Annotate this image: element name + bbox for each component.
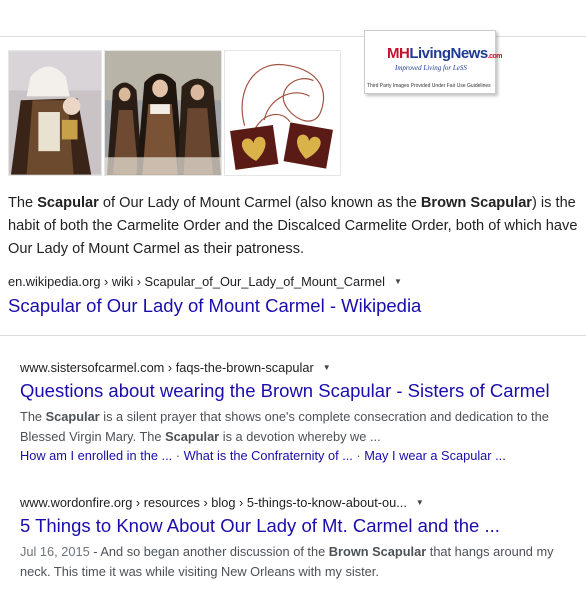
logo-mh: MH	[387, 45, 410, 62]
featured-result-title[interactable]: Scapular of Our Lady of Mount Carmel - W…	[8, 295, 421, 317]
sitelink-separator: ·	[172, 448, 184, 463]
result-title[interactable]: Questions about wearing the Brown Scapul…	[20, 380, 550, 402]
result-cite-url: www.sistersofcarmel.com › faqs-the-brown…	[20, 360, 314, 375]
result-sitelinks: How am I enrolled in the ... · What is t…	[20, 448, 506, 463]
snippet-text: of Our Lady of Mount Carmel (also known …	[98, 195, 421, 211]
logo-tagline: Improved Living for LeSS	[395, 64, 467, 72]
sitelink-separator: ·	[352, 448, 365, 463]
logo-news: News	[450, 45, 489, 62]
result-date: Jul 16, 2015	[20, 544, 90, 559]
snippet-text: The	[8, 195, 38, 211]
snippet-bold: Brown Scapular	[420, 195, 532, 211]
sitelink-enrolled[interactable]: How am I enrolled in the ...	[20, 448, 172, 463]
featured-snippet-text: The Scapular of Our Lady of Mount Carmel…	[8, 192, 582, 261]
image-thumbnail-statue[interactable]	[8, 50, 102, 176]
scapular-image	[225, 51, 340, 175]
desc-bold: Brown Scapular	[328, 544, 427, 559]
top-divider	[0, 36, 586, 37]
logo-wordmark: MHLivingNews.com	[387, 45, 503, 62]
featured-cite-url: en.wikipedia.org › wiki › Scapular_of_Ou…	[8, 274, 385, 289]
sitelink-confraternity[interactable]: What is the Confraternity of ...	[184, 448, 353, 463]
desc-text: - And so began another discussion of the	[89, 544, 329, 559]
nuns-image	[105, 51, 221, 175]
image-thumbnail-scapular[interactable]	[224, 50, 341, 176]
desc-bold: Scapular	[165, 429, 220, 444]
result-description: Jul 16, 2015 - And so began another disc…	[20, 542, 580, 582]
result-cite: www.wordonfire.org › resources › blog › …	[20, 495, 424, 510]
desc-bold: Scapular	[45, 409, 100, 424]
result-description: The Scapular is a silent prayer that sho…	[20, 407, 580, 447]
logo-living: Living	[409, 45, 451, 62]
dropdown-arrow-icon[interactable]: ▼	[323, 363, 331, 372]
result-cite: www.sistersofcarmel.com › faqs-the-brown…	[20, 360, 331, 375]
desc-text: The	[20, 409, 46, 424]
featured-cite: en.wikipedia.org › wiki › Scapular_of_Ou…	[8, 274, 402, 289]
sitelink-may-i-wear[interactable]: May I wear a Scapular ...	[364, 448, 506, 463]
dropdown-arrow-icon[interactable]: ▼	[416, 498, 424, 507]
dropdown-arrow-icon[interactable]: ▼	[394, 277, 402, 286]
result-title[interactable]: 5 Things to Know About Our Lady of Mt. C…	[20, 515, 500, 537]
desc-text: is a devotion whereby we ...	[219, 429, 381, 444]
image-thumbnail-nuns[interactable]	[104, 50, 222, 176]
statue-image	[9, 51, 101, 175]
result-cite-url: www.wordonfire.org › resources › blog › …	[20, 495, 407, 510]
snippet-bold: Scapular	[37, 195, 99, 211]
section-divider	[0, 335, 586, 336]
logo-fair-use-note: Third Party Images Provided Under Fair U…	[367, 83, 491, 89]
mhlivingnews-logo: MHLivingNews.com Improved Living for LeS…	[364, 30, 503, 94]
logo-domain: .com	[487, 53, 503, 60]
